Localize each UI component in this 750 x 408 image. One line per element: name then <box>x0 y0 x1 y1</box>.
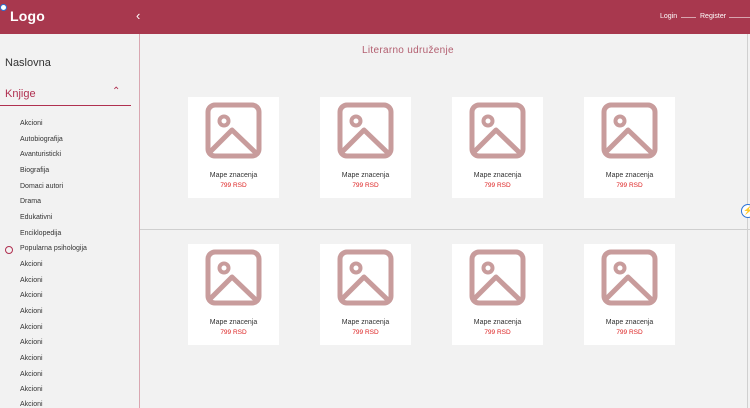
subitem-drama[interactable]: Drama <box>20 198 41 205</box>
subitem-akcioni[interactable]: Akcioni <box>20 371 43 378</box>
subitem-akcioni[interactable]: Akcioni <box>20 277 43 284</box>
top-header: Logo ‹ Login Register <box>0 0 750 34</box>
right-border <box>747 34 748 408</box>
product-card[interactable]: Mape znacenja 799 RSD <box>320 244 411 345</box>
selected-radio-icon[interactable] <box>5 246 13 254</box>
image-placeholder-icon <box>337 102 394 159</box>
product-card[interactable]: Mape znacenja 799 RSD <box>452 244 543 345</box>
subitem-edukativni[interactable]: Edukativni <box>20 214 52 221</box>
card-title: Mape znacenja <box>605 319 654 326</box>
selection-handle-icon <box>0 4 7 11</box>
subitem-akcioni[interactable]: Akcioni <box>20 386 43 393</box>
login-link[interactable]: Login <box>660 13 677 20</box>
card-price: 799 RSD <box>484 329 511 336</box>
collapse-sidebar-button[interactable]: ‹ <box>136 9 140 23</box>
image-placeholder-icon <box>601 102 658 159</box>
card-price: 799 RSD <box>220 182 247 189</box>
image-placeholder-icon <box>469 102 526 159</box>
subitem-akcioni[interactable]: Akcioni <box>20 324 43 331</box>
logo[interactable]: Logo <box>10 8 45 24</box>
card-title: Mape znacenja <box>473 319 522 326</box>
subitem-akcioni[interactable]: Akcioni <box>20 308 43 315</box>
section-divider <box>140 229 750 230</box>
subitem-avanturisticki[interactable]: Avanturisticki <box>20 151 61 158</box>
register-divider-left <box>681 17 696 18</box>
page-title: Literarno udruženje <box>362 45 454 56</box>
card-price: 799 RSD <box>352 329 379 336</box>
product-card[interactable]: Mape znacenja 799 RSD <box>188 244 279 345</box>
image-placeholder-icon <box>469 249 526 306</box>
card-title: Mape znacenja <box>341 172 390 179</box>
image-placeholder-icon <box>337 249 394 306</box>
subitem-biografija[interactable]: Biografija <box>20 167 49 174</box>
product-card[interactable]: Mape znacenja 799 RSD <box>320 97 411 198</box>
subitem-akcioni[interactable]: Akcioni <box>20 401 43 408</box>
card-title: Mape znacenja <box>473 172 522 179</box>
card-price: 799 RSD <box>616 329 643 336</box>
image-placeholder-icon <box>205 102 262 159</box>
nav-books-underline <box>0 105 131 106</box>
chevron-up-icon[interactable]: ⌃ <box>112 86 120 97</box>
card-title: Mape znacenja <box>605 172 654 179</box>
subitem-akcioni[interactable]: Akcioni <box>20 120 43 127</box>
nav-home[interactable]: Naslovna <box>5 57 51 69</box>
product-card[interactable]: Mape znacenja 799 RSD <box>584 244 675 345</box>
subitem-akcioni[interactable]: Akcioni <box>20 261 43 268</box>
chevron-left-icon: ‹ <box>136 8 141 23</box>
card-price: 799 RSD <box>484 182 511 189</box>
card-title: Mape znacenja <box>209 172 258 179</box>
register-link[interactable]: Register <box>700 13 726 20</box>
image-placeholder-icon <box>601 249 658 306</box>
subitem-popularna-psihologija[interactable]: Popularna psihologija <box>20 245 87 252</box>
nav-books[interactable]: Knjige <box>5 88 36 100</box>
subitem-akcioni[interactable]: Akcioni <box>20 292 43 299</box>
subitem-enciklopedija[interactable]: Enciklopedija <box>20 230 61 237</box>
card-price: 799 RSD <box>616 182 643 189</box>
subitem-akcioni[interactable]: Akcioni <box>20 339 43 346</box>
image-placeholder-icon <box>205 249 262 306</box>
product-card[interactable]: Mape znacenja 799 RSD <box>452 97 543 198</box>
subitem-akcioni[interactable]: Akcioni <box>20 355 43 362</box>
product-card[interactable]: Mape znacenja 799 RSD <box>188 97 279 198</box>
card-title: Mape znacenja <box>341 319 390 326</box>
register-divider-right <box>729 17 750 18</box>
product-card[interactable]: Mape znacenja 799 RSD <box>584 97 675 198</box>
sidebar: Naslovna Knjige ⌃ Akcioni Autobiografija… <box>0 34 140 408</box>
card-title: Mape znacenja <box>209 319 258 326</box>
subitem-domaci-autori[interactable]: Domaci autori <box>20 183 63 190</box>
lightning-icon[interactable]: ⚡ <box>741 204 750 218</box>
subitem-autobiografija[interactable]: Autobiografija <box>20 136 63 143</box>
card-price: 799 RSD <box>220 329 247 336</box>
card-price: 799 RSD <box>352 182 379 189</box>
